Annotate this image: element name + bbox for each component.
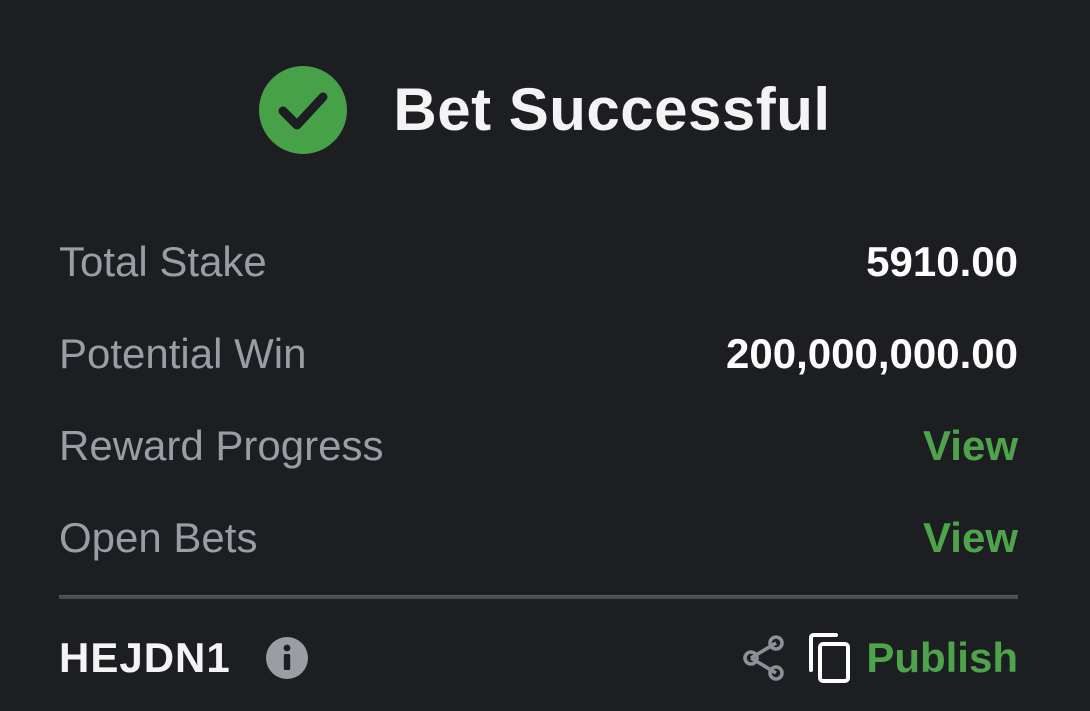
booking-footer: HEJDN1 Publish [59,612,1018,704]
publish-actions: Publish [740,632,1018,684]
bet-summary-list: Total Stake 5910.00 Potential Win 200,00… [59,216,1018,584]
info-icon[interactable] [265,636,309,680]
check-circle-icon [259,66,348,154]
summary-row-reward-progress: Reward Progress View [59,400,1018,492]
divider [59,595,1018,599]
reward-progress-label: Reward Progress [59,422,384,469]
booking-code-group: HEJDN1 [59,634,309,682]
potential-win-value: 200,000,000.00 [726,330,1018,377]
summary-row-potential-win: Potential Win 200,000,000.00 [59,308,1018,400]
booking-code: HEJDN1 [59,634,231,681]
share-icon[interactable] [740,634,786,682]
total-stake-value: 5910.00 [866,238,1018,285]
copy-icon[interactable] [806,632,852,684]
potential-win-label: Potential Win [59,330,307,377]
publish-button[interactable]: Publish [866,634,1018,682]
summary-row-total-stake: Total Stake 5910.00 [59,216,1018,308]
open-bets-view-link[interactable]: View [923,514,1018,562]
bet-success-header: Bet Successful [0,62,1090,158]
page-title: Bet Successful [393,76,831,143]
reward-progress-view-link[interactable]: View [923,422,1018,470]
summary-row-open-bets: Open Bets View [59,492,1018,584]
open-bets-label: Open Bets [59,514,258,561]
total-stake-label: Total Stake [59,238,267,285]
bet-success-panel: Bet Successful Total Stake 5910.00 Poten… [0,0,1090,711]
